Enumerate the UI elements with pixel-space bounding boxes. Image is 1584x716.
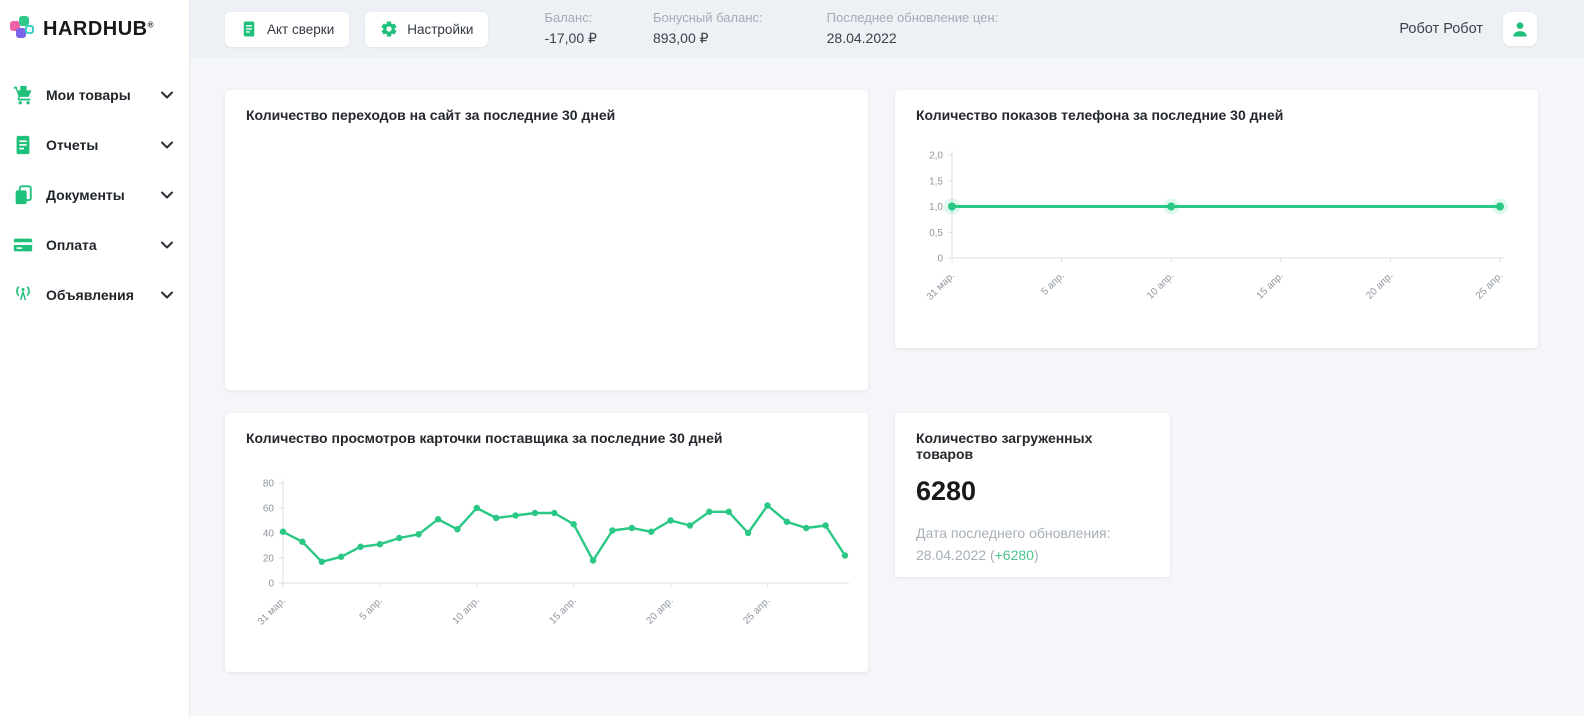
sidebar-item-label: Мои товары	[46, 87, 161, 103]
svg-text:0,5: 0,5	[929, 228, 943, 239]
svg-text:15 апр.: 15 апр.	[548, 595, 579, 626]
sidebar-nav: Мои товары Отчеты Документы	[0, 56, 189, 320]
loaded-products-value: 6280	[895, 462, 1170, 507]
supplier-card-views-card: Количество просмотров карточки поставщик…	[225, 413, 868, 672]
site-visits-title: Количество переходов на сайт за последни…	[225, 90, 868, 123]
phone-views-chart: 0 0,5 1,0 1,5 2,0 31 мар. 5 апр. 10 апр. 15 апр.…	[895, 145, 1510, 335]
svg-text:0: 0	[268, 579, 274, 590]
sidebar-item-my-products[interactable]: Мои товары	[0, 70, 189, 120]
registered-mark: ®	[148, 20, 154, 29]
svg-text:60: 60	[263, 504, 275, 515]
bonus-balance-stat: Бонусный баланс: 893,00 ₽	[653, 9, 763, 48]
site-visits-card: Количество переходов на сайт за последни…	[225, 90, 868, 390]
svg-text:1,5: 1,5	[929, 176, 943, 187]
price-update-value: 28.04.2022	[827, 28, 999, 48]
svg-text:1,0: 1,0	[929, 202, 943, 213]
caption-line1: Дата последнего обновления:	[916, 523, 1150, 545]
sidebar-item-payment[interactable]: Оплата	[0, 220, 189, 270]
svg-text:40: 40	[263, 529, 275, 540]
sidebar: HARDHUB® Мои товары Отчеты	[0, 0, 190, 716]
report-icon	[12, 134, 34, 156]
main-content: Количество переходов на сайт за последни…	[190, 58, 1584, 716]
copy-icon	[12, 184, 34, 206]
price-update-label: Последнее обновление цен:	[827, 9, 999, 28]
sidebar-item-label: Объявления	[46, 287, 161, 303]
svg-text:20 апр.: 20 апр.	[644, 595, 675, 626]
chevron-down-icon	[161, 86, 173, 104]
caption-line2: 28.04.2022 (+6280)	[916, 545, 1150, 567]
svg-text:5 апр.: 5 апр.	[1039, 270, 1066, 297]
caption-suffix: )	[1034, 547, 1039, 563]
chevron-down-icon	[161, 186, 173, 204]
phone-views-card: Количество показов телефона за последние…	[895, 90, 1538, 348]
svg-text:25 апр.: 25 апр.	[1474, 270, 1505, 301]
sidebar-item-label: Оплата	[46, 237, 161, 253]
topbar: Акт сверки Настройки Баланс: -17,00 ₽ Бо…	[190, 0, 1584, 58]
supplier-card-views-title: Количество просмотров карточки поставщик…	[225, 413, 868, 446]
svg-text:2,0: 2,0	[929, 151, 943, 162]
loaded-products-caption: Дата последнего обновления: 28.04.2022 (…	[895, 507, 1170, 566]
brand-logo[interactable]: HARDHUB®	[0, 0, 189, 56]
cart-icon	[12, 84, 34, 106]
sidebar-item-documents[interactable]: Документы	[0, 170, 189, 220]
chevron-down-icon	[161, 136, 173, 154]
gear-icon	[380, 20, 398, 38]
svg-text:31 мар.: 31 мар.	[256, 595, 288, 627]
reconciliation-act-button[interactable]: Акт сверки	[225, 12, 349, 47]
brand-name: HARDHUB®	[43, 18, 154, 41]
sidebar-item-label: Отчеты	[46, 137, 161, 153]
dashboard-page: HARDHUB® Мои товары Отчеты	[0, 0, 1584, 716]
price-update-stat: Последнее обновление цен: 28.04.2022	[827, 9, 999, 48]
svg-text:20: 20	[263, 554, 275, 565]
settings-label: Настройки	[407, 22, 473, 37]
supplier-card-views-chart: 0 20 40 60 80 31 мар. 5 апр. 10 апр. 15 апр. 20 а…	[225, 463, 860, 668]
profile-button[interactable]	[1503, 12, 1537, 46]
phone-views-title: Количество показов телефона за последние…	[895, 90, 1538, 123]
sidebar-item-label: Документы	[46, 187, 161, 203]
svg-text:10 апр.: 10 апр.	[451, 595, 482, 626]
document-icon	[240, 20, 258, 38]
user-name: Робот Робот	[1399, 21, 1483, 37]
sidebar-item-announcements[interactable]: Объявления	[0, 270, 189, 320]
svg-text:80: 80	[263, 479, 275, 490]
sidebar-item-reports[interactable]: Отчеты	[0, 120, 189, 170]
svg-text:15 апр.: 15 апр.	[1255, 270, 1286, 301]
broadcast-icon	[12, 284, 34, 306]
bonus-balance-label: Бонусный баланс:	[653, 9, 763, 28]
user-icon	[1510, 19, 1530, 39]
balance-value: -17,00 ₽	[544, 28, 597, 48]
settings-button[interactable]: Настройки	[365, 12, 488, 47]
bonus-balance-value: 893,00 ₽	[653, 28, 763, 48]
svg-text:25 апр.: 25 апр.	[741, 595, 772, 626]
hardhub-logo-icon	[10, 16, 36, 42]
loaded-products-card: Количество загруженных товаров 6280 Дата…	[895, 413, 1170, 577]
chevron-down-icon	[161, 236, 173, 254]
svg-text:20 апр.: 20 апр.	[1364, 270, 1395, 301]
svg-text:31 мар.: 31 мар.	[925, 270, 957, 302]
chevron-down-icon	[161, 286, 173, 304]
card-icon	[12, 234, 34, 256]
loaded-products-title: Количество загруженных товаров	[895, 413, 1170, 462]
balance-stat: Баланс: -17,00 ₽	[544, 9, 597, 48]
svg-text:5 апр.: 5 апр.	[358, 595, 385, 622]
caption-date: 28.04.2022 (	[916, 547, 995, 563]
svg-text:10 апр.: 10 апр.	[1145, 270, 1176, 301]
svg-text:0: 0	[937, 254, 943, 265]
balance-label: Баланс:	[544, 9, 597, 28]
caption-delta: +6280	[995, 547, 1034, 563]
reconciliation-act-label: Акт сверки	[267, 22, 334, 37]
